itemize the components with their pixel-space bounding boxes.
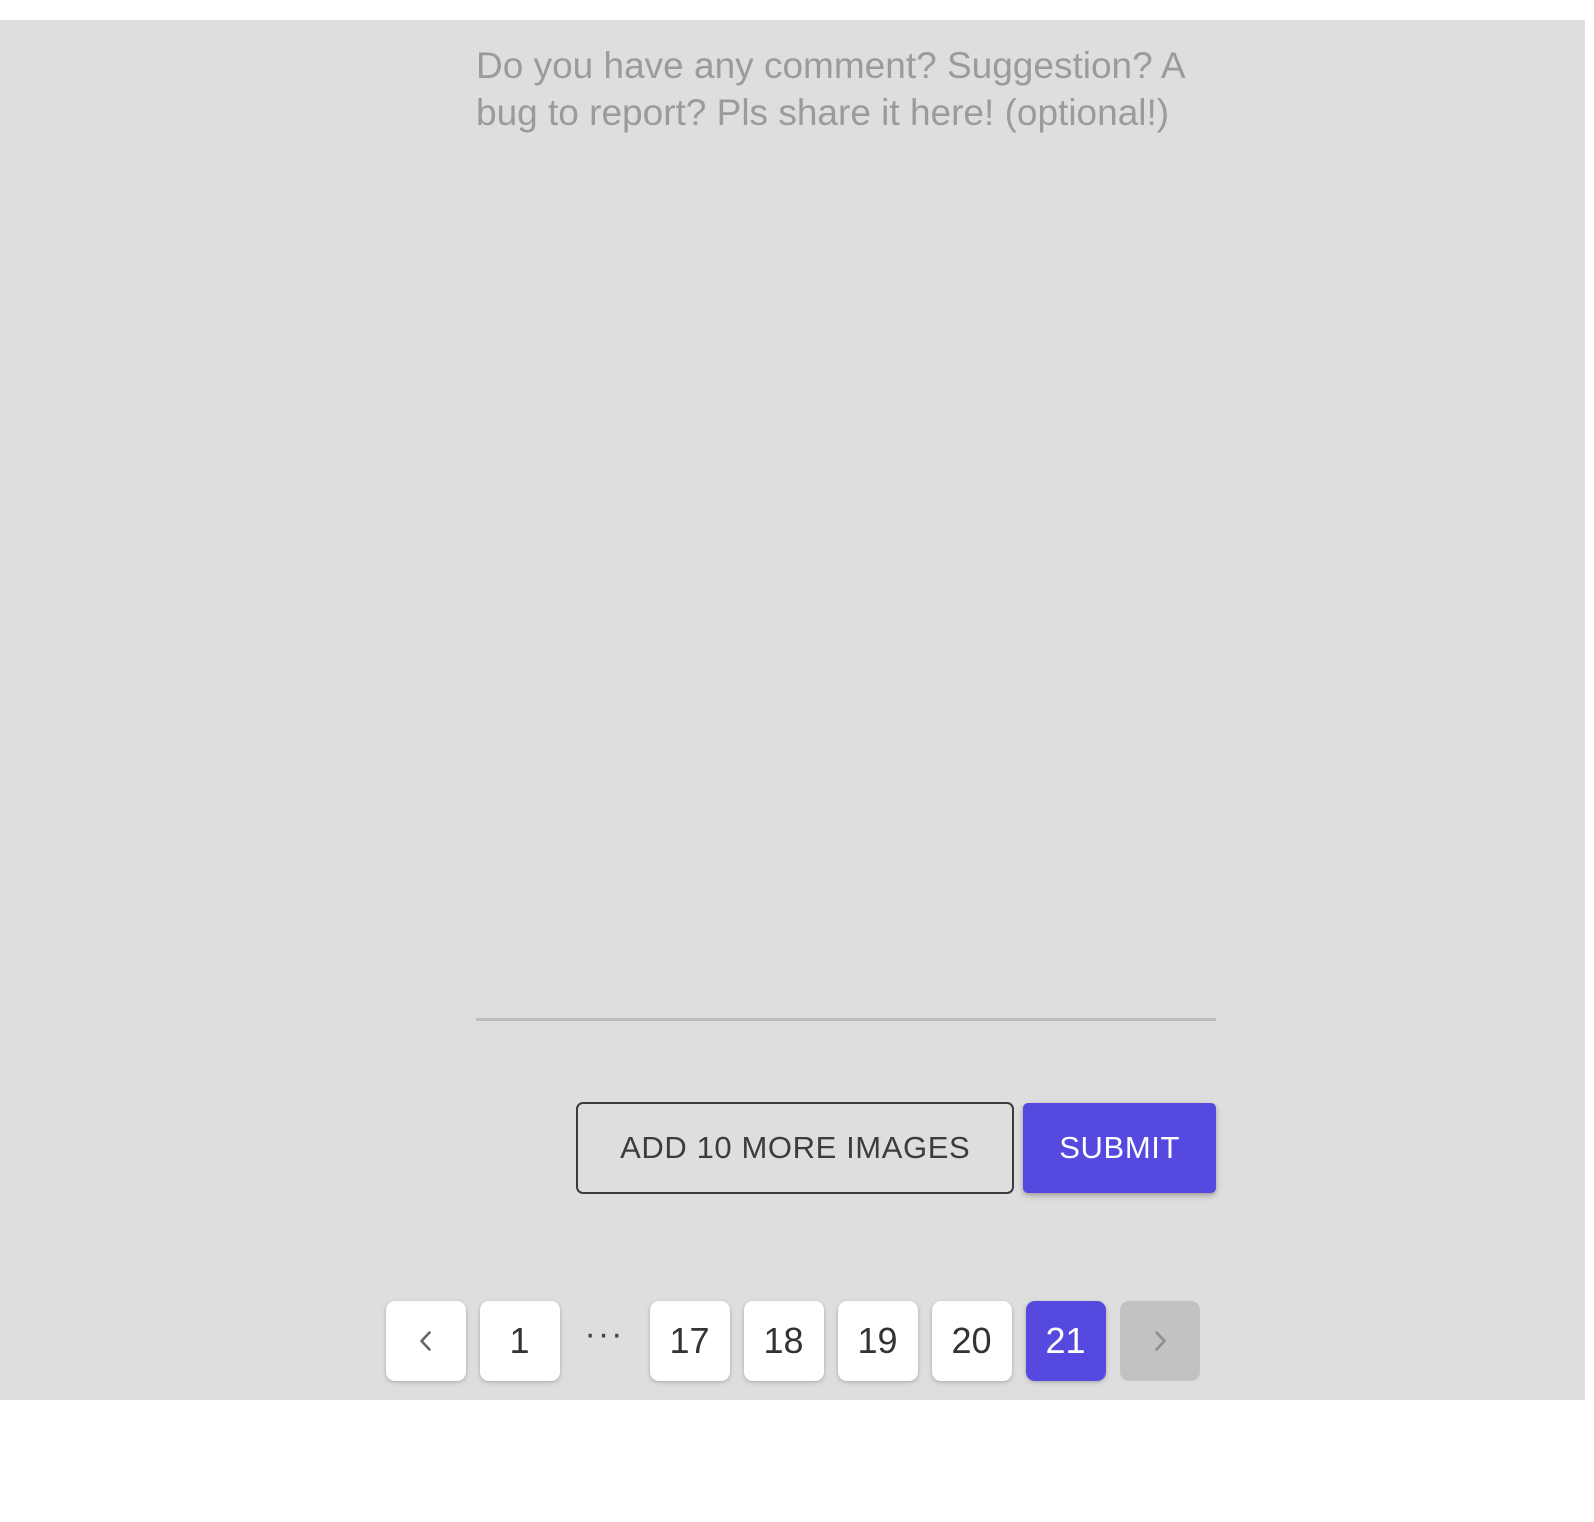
form-actions: ADD 10 MORE IMAGES SUBMIT: [476, 1102, 1216, 1194]
feedback-form-surface: ADD 10 MORE IMAGES SUBMIT 1 ··· 17 18 19…: [0, 20, 1585, 1400]
pagination-page-20[interactable]: 20: [931, 1301, 1012, 1381]
pagination-page-21-current[interactable]: 21: [1025, 1301, 1106, 1381]
pagination-page-1[interactable]: 1: [479, 1301, 560, 1381]
form-divider: [476, 1018, 1216, 1021]
pagination-prev-button[interactable]: [385, 1301, 466, 1381]
pagination-page-18[interactable]: 18: [743, 1301, 824, 1381]
chevron-left-icon: [413, 1328, 439, 1354]
submit-button[interactable]: SUBMIT: [1023, 1103, 1216, 1193]
pagination-page-17[interactable]: 17: [649, 1301, 730, 1381]
add-more-images-button[interactable]: ADD 10 MORE IMAGES: [576, 1102, 1015, 1194]
comment-textarea[interactable]: [476, 20, 1216, 980]
pagination-next-button[interactable]: [1119, 1301, 1200, 1381]
chevron-right-icon: [1147, 1328, 1173, 1354]
comment-field-wrapper: [476, 20, 1216, 980]
pagination: 1 ··· 17 18 19 20 21: [0, 1301, 1585, 1381]
app-root: ADD 10 MORE IMAGES SUBMIT 1 ··· 17 18 19…: [0, 0, 1594, 1522]
pagination-ellipsis: ···: [584, 1315, 625, 1353]
pagination-page-19[interactable]: 19: [837, 1301, 918, 1381]
